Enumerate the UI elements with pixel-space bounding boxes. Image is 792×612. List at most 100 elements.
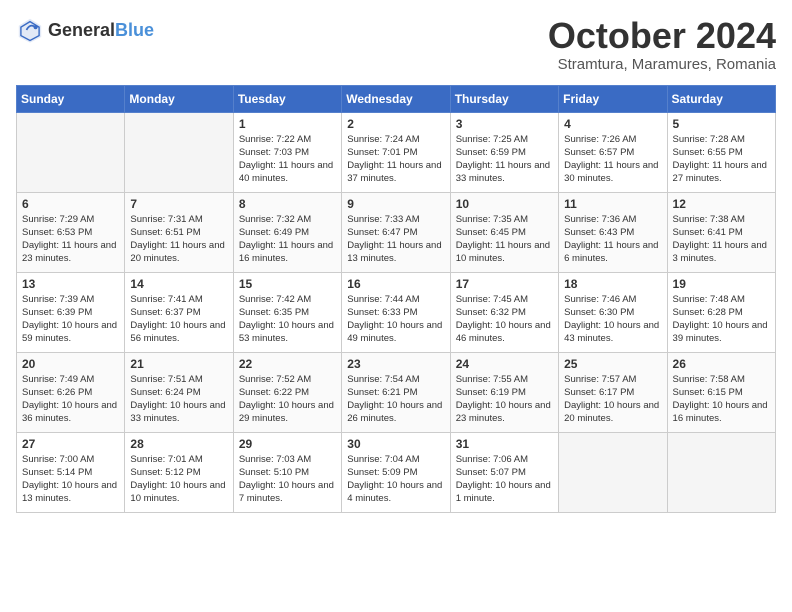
calendar-cell: 18Sunrise: 7:46 AMSunset: 6:30 PMDayligh… xyxy=(559,272,667,352)
logo-text: GeneralBlue xyxy=(48,20,154,41)
day-number: 9 xyxy=(347,197,444,211)
location-subtitle: Stramtura, Maramures, Romania xyxy=(548,56,776,73)
day-number: 11 xyxy=(564,197,661,211)
calendar-cell: 20 Sunrise: 7:49 AMSunset: 6:26 PMDayligh… xyxy=(17,352,125,432)
calendar-cell: 7 Sunrise: 7:31 AMSunset: 6:51 PMDaylight… xyxy=(125,192,233,272)
calendar-cell: 26 Sunrise: 7:58 AMSunset: 6:15 PMDayligh… xyxy=(667,352,775,432)
calendar-week-row: 27 Sunrise: 7:00 AMSunset: 5:14 PMDayligh… xyxy=(17,432,776,512)
day-detail: Sunrise: 7:36 AMSunset: 6:43 PMDaylight:… xyxy=(564,213,661,266)
calendar-cell: 29 Sunrise: 7:03 AMSunset: 5:10 PMDayligh… xyxy=(233,432,341,512)
day-detail: Sunrise: 7:55 AMSunset: 6:19 PMDaylight:… xyxy=(456,373,553,426)
day-number: 19 xyxy=(673,277,770,291)
calendar-cell: 4 Sunrise: 7:26 AMSunset: 6:57 PMDaylight… xyxy=(559,112,667,192)
day-detail: Sunrise: 7:26 AMSunset: 6:57 PMDaylight:… xyxy=(564,133,661,186)
day-number: 23 xyxy=(347,357,444,371)
day-number: 13 xyxy=(22,277,119,291)
calendar-cell: 16 Sunrise: 7:44 AMSunset: 6:33 PMDayligh… xyxy=(342,272,450,352)
day-detail: Sunrise: 7:29 AMSunset: 6:53 PMDaylight:… xyxy=(22,213,119,266)
logo-general: General xyxy=(48,20,115,40)
day-detail: Sunrise: 7:58 AMSunset: 6:15 PMDaylight:… xyxy=(673,373,770,426)
day-number: 26 xyxy=(673,357,770,371)
day-detail: Sunrise: 7:51 AMSunset: 6:24 PMDaylight:… xyxy=(130,373,227,426)
calendar-cell: 5Sunrise: 7:28 AMSunset: 6:55 PMDaylight… xyxy=(667,112,775,192)
day-detail: Sunrise: 7:52 AMSunset: 6:22 PMDaylight:… xyxy=(239,373,336,426)
day-number: 17 xyxy=(456,277,553,291)
weekday-header: Monday xyxy=(125,85,233,112)
day-detail: Sunrise: 7:28 AMSunset: 6:55 PMDaylight:… xyxy=(673,133,770,186)
calendar-cell: 6 Sunrise: 7:29 AMSunset: 6:53 PMDaylight… xyxy=(17,192,125,272)
day-number: 2 xyxy=(347,117,444,131)
day-number: 10 xyxy=(456,197,553,211)
day-detail: Sunrise: 7:33 AMSunset: 6:47 PMDaylight:… xyxy=(347,213,444,266)
day-detail: Sunrise: 7:38 AMSunset: 6:41 PMDaylight:… xyxy=(673,213,770,266)
day-number: 12 xyxy=(673,197,770,211)
day-detail: Sunrise: 7:45 AMSunset: 6:32 PMDaylight:… xyxy=(456,293,553,346)
day-detail: Sunrise: 7:42 AMSunset: 6:35 PMDaylight:… xyxy=(239,293,336,346)
calendar-cell: 11 Sunrise: 7:36 AMSunset: 6:43 PMDayligh… xyxy=(559,192,667,272)
weekday-header: Saturday xyxy=(667,85,775,112)
day-detail: Sunrise: 7:48 AMSunset: 6:28 PMDaylight:… xyxy=(673,293,770,346)
day-detail: Sunrise: 7:22 AMSunset: 7:03 PMDaylight:… xyxy=(239,133,336,186)
calendar-cell: 10 Sunrise: 7:35 AMSunset: 6:45 PMDayligh… xyxy=(450,192,558,272)
calendar-cell: 3Sunrise: 7:25 AMSunset: 6:59 PMDaylight… xyxy=(450,112,558,192)
day-detail: Sunrise: 7:57 AMSunset: 6:17 PMDaylight:… xyxy=(564,373,661,426)
calendar-cell xyxy=(559,432,667,512)
calendar-cell: 30 Sunrise: 7:04 AMSunset: 5:09 PMDayligh… xyxy=(342,432,450,512)
calendar-table: SundayMondayTuesdayWednesdayThursdayFrid… xyxy=(16,85,776,513)
day-detail: Sunrise: 7:46 AMSunset: 6:30 PMDaylight:… xyxy=(564,293,661,346)
page-header: GeneralBlue October 2024 Stramtura, Mara… xyxy=(16,16,776,73)
calendar-cell: 17 Sunrise: 7:45 AMSunset: 6:32 PMDayligh… xyxy=(450,272,558,352)
calendar-cell xyxy=(125,112,233,192)
calendar-cell: 25 Sunrise: 7:57 AMSunset: 6:17 PMDayligh… xyxy=(559,352,667,432)
title-block: October 2024 Stramtura, Maramures, Roman… xyxy=(548,16,776,73)
day-detail: Sunrise: 7:06 AMSunset: 5:07 PMDaylight:… xyxy=(456,453,553,506)
day-detail: Sunrise: 7:32 AMSunset: 6:49 PMDaylight:… xyxy=(239,213,336,266)
calendar-cell: 8Sunrise: 7:32 AMSunset: 6:49 PMDaylight… xyxy=(233,192,341,272)
day-detail: Sunrise: 7:54 AMSunset: 6:21 PMDaylight:… xyxy=(347,373,444,426)
day-number: 29 xyxy=(239,437,336,451)
month-title: October 2024 xyxy=(548,16,776,56)
calendar-cell: 21 Sunrise: 7:51 AMSunset: 6:24 PMDayligh… xyxy=(125,352,233,432)
logo-icon xyxy=(16,16,44,44)
day-detail: Sunrise: 7:31 AMSunset: 6:51 PMDaylight:… xyxy=(130,213,227,266)
day-detail: Sunrise: 7:04 AMSunset: 5:09 PMDaylight:… xyxy=(347,453,444,506)
calendar-week-row: 20 Sunrise: 7:49 AMSunset: 6:26 PMDayligh… xyxy=(17,352,776,432)
day-detail: Sunrise: 7:01 AMSunset: 5:12 PMDaylight:… xyxy=(130,453,227,506)
logo-blue: Blue xyxy=(115,20,154,40)
day-detail: Sunrise: 7:24 AMSunset: 7:01 PMDaylight:… xyxy=(347,133,444,186)
day-number: 14 xyxy=(130,277,227,291)
weekday-header: Thursday xyxy=(450,85,558,112)
calendar-cell: 15Sunrise: 7:42 AMSunset: 6:35 PMDayligh… xyxy=(233,272,341,352)
day-detail: Sunrise: 7:39 AMSunset: 6:39 PMDaylight:… xyxy=(22,293,119,346)
logo: GeneralBlue xyxy=(16,16,154,44)
calendar-cell: 19 Sunrise: 7:48 AMSunset: 6:28 PMDayligh… xyxy=(667,272,775,352)
calendar-cell: 28Sunrise: 7:01 AMSunset: 5:12 PMDayligh… xyxy=(125,432,233,512)
day-number: 4 xyxy=(564,117,661,131)
day-number: 27 xyxy=(22,437,119,451)
calendar-cell: 27 Sunrise: 7:00 AMSunset: 5:14 PMDayligh… xyxy=(17,432,125,512)
day-number: 21 xyxy=(130,357,227,371)
calendar-cell xyxy=(17,112,125,192)
calendar-week-row: 1Sunrise: 7:22 AMSunset: 7:03 PMDaylight… xyxy=(17,112,776,192)
day-number: 3 xyxy=(456,117,553,131)
calendar-cell xyxy=(667,432,775,512)
day-number: 20 xyxy=(22,357,119,371)
day-detail: Sunrise: 7:35 AMSunset: 6:45 PMDaylight:… xyxy=(456,213,553,266)
calendar-cell: 12 Sunrise: 7:38 AMSunset: 6:41 PMDayligh… xyxy=(667,192,775,272)
calendar-cell: 24Sunrise: 7:55 AMSunset: 6:19 PMDayligh… xyxy=(450,352,558,432)
weekday-header: Friday xyxy=(559,85,667,112)
day-detail: Sunrise: 7:03 AMSunset: 5:10 PMDaylight:… xyxy=(239,453,336,506)
day-detail: Sunrise: 7:00 AMSunset: 5:14 PMDaylight:… xyxy=(22,453,119,506)
calendar-cell: 1Sunrise: 7:22 AMSunset: 7:03 PMDaylight… xyxy=(233,112,341,192)
calendar-header-row: SundayMondayTuesdayWednesdayThursdayFrid… xyxy=(17,85,776,112)
day-number: 16 xyxy=(347,277,444,291)
day-number: 25 xyxy=(564,357,661,371)
calendar-cell: 14Sunrise: 7:41 AMSunset: 6:37 PMDayligh… xyxy=(125,272,233,352)
day-number: 30 xyxy=(347,437,444,451)
day-number: 7 xyxy=(130,197,227,211)
calendar-cell: 13 Sunrise: 7:39 AMSunset: 6:39 PMDayligh… xyxy=(17,272,125,352)
calendar-cell: 31Sunrise: 7:06 AMSunset: 5:07 PMDayligh… xyxy=(450,432,558,512)
day-number: 6 xyxy=(22,197,119,211)
day-detail: Sunrise: 7:49 AMSunset: 6:26 PMDaylight:… xyxy=(22,373,119,426)
day-detail: Sunrise: 7:44 AMSunset: 6:33 PMDaylight:… xyxy=(347,293,444,346)
